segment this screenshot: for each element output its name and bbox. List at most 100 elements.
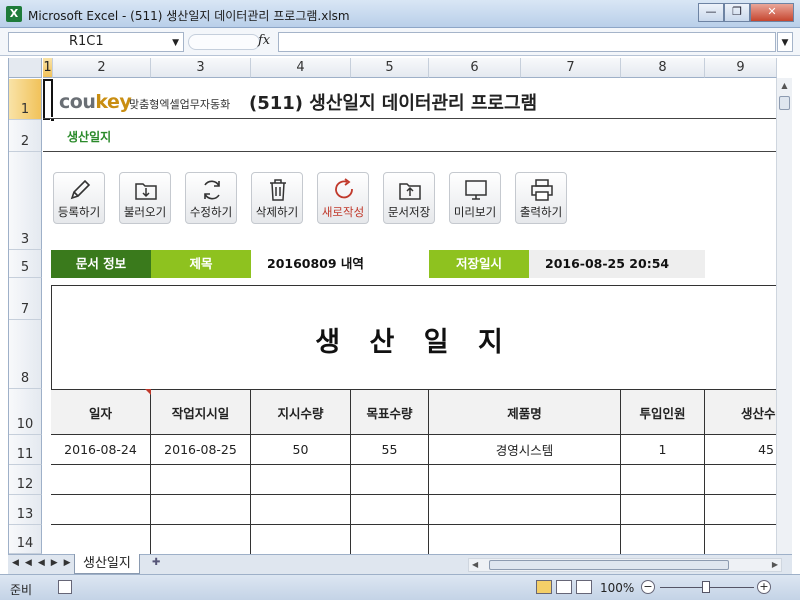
status-bar: 준비 100% − + — [0, 574, 800, 600]
row-header[interactable]: 10 — [9, 389, 42, 435]
page-break-view-icon[interactable] — [576, 580, 592, 594]
title-value[interactable]: 20160809 내역 — [251, 250, 429, 278]
table-cell[interactable] — [151, 525, 251, 554]
program-title: (511) 생산일지 데이터관리 프로그램 — [249, 93, 538, 114]
function-icon[interactable]: fx — [258, 33, 270, 48]
table-cell[interactable] — [251, 525, 351, 554]
table-cell[interactable]: 1 — [621, 435, 705, 465]
table-cell[interactable] — [51, 495, 151, 525]
macro-record-icon[interactable] — [58, 580, 72, 594]
row-header[interactable]: 3 — [9, 152, 42, 250]
row-header[interactable]: 5 — [9, 250, 42, 278]
sheet-subtitle: 생산일지 — [67, 130, 112, 144]
saved-at-value[interactable]: 2016-08-25 20:54 — [529, 250, 705, 278]
zoom-level[interactable]: 100% — [600, 581, 634, 595]
table-cell[interactable] — [251, 495, 351, 525]
preview-button[interactable]: 미리보기 — [449, 172, 501, 224]
row-header[interactable]: 11 — [9, 435, 42, 465]
expand-formula-bar-button[interactable]: ▼ — [777, 32, 793, 52]
table-cell[interactable] — [705, 465, 777, 495]
table-cell[interactable] — [151, 495, 251, 525]
table-cell[interactable] — [351, 495, 429, 525]
save-document-button[interactable]: 문서저장 — [383, 172, 435, 224]
column-header[interactable]: 1 — [43, 58, 53, 78]
load-button[interactable]: 불러오기 — [119, 172, 171, 224]
sheet-tab-bar: ◀◀◀▶▶▶ 생산일지 ✚ ◀ ▶ — [8, 554, 792, 574]
restore-button[interactable]: ❐ — [724, 3, 750, 22]
insert-sheet-icon[interactable]: ✚ — [152, 557, 172, 572]
table-header-date: 일자 — [51, 389, 151, 435]
column-header[interactable]: 9 — [705, 58, 777, 78]
table-cell[interactable] — [151, 465, 251, 495]
table-cell[interactable] — [429, 525, 621, 554]
column-header[interactable]: 7 — [521, 58, 621, 78]
vertical-scrollbar[interactable]: ▲ — [776, 78, 792, 554]
scroll-thumb[interactable] — [489, 560, 729, 570]
row-header[interactable]: 7 — [9, 278, 42, 320]
window-controls: — ❐ ✕ — [698, 3, 794, 22]
logo-tagline: 맞춤형엑셀업무자동화 — [129, 98, 231, 111]
table-cell[interactable] — [621, 495, 705, 525]
status-ready: 준비 — [10, 583, 33, 597]
table-cell[interactable] — [705, 495, 777, 525]
table-cell[interactable] — [429, 465, 621, 495]
form-title: 생 산 일 지 — [315, 327, 513, 358]
row-header[interactable]: 13 — [9, 495, 42, 525]
close-button[interactable]: ✕ — [750, 3, 794, 22]
horizontal-scrollbar[interactable]: ◀ ▶ — [468, 558, 782, 572]
normal-view-icon[interactable] — [536, 580, 552, 594]
table-cell[interactable]: 경영시스템 — [429, 435, 621, 465]
doc-info-label: 문서 정보 — [51, 250, 151, 278]
new-document-button[interactable]: 새로작성 — [317, 172, 369, 224]
row-header[interactable]: 14 — [9, 525, 42, 554]
folder-download-icon — [135, 183, 157, 200]
table-header-target-qty: 목표수량 — [351, 389, 429, 435]
column-header[interactable]: 5 — [351, 58, 429, 78]
column-header[interactable]: 6 — [429, 58, 521, 78]
divider — [43, 151, 777, 152]
table-cell[interactable]: 2016-08-24 — [51, 435, 151, 465]
table-cell[interactable] — [351, 465, 429, 495]
column-header[interactable]: 3 — [151, 58, 251, 78]
row-header[interactable]: 1 — [9, 79, 42, 120]
sheet-tab[interactable]: 생산일지 — [74, 554, 140, 574]
print-button[interactable]: 출력하기 — [515, 172, 567, 224]
table-cell[interactable]: 45 — [705, 435, 777, 465]
name-box[interactable]: R1C1 ▼ — [8, 32, 184, 52]
formula-input[interactable] — [278, 32, 776, 52]
table-cell[interactable] — [251, 465, 351, 495]
register-button[interactable]: 등록하기 — [53, 172, 105, 224]
table-cell[interactable] — [621, 525, 705, 554]
row-header[interactable]: 12 — [9, 465, 42, 495]
zoom-out-icon[interactable]: − — [641, 580, 655, 594]
row-header[interactable]: 8 — [9, 320, 42, 389]
table-cell[interactable] — [51, 525, 151, 554]
table-cell[interactable] — [51, 465, 151, 495]
chevron-down-icon[interactable]: ▼ — [172, 34, 179, 52]
table-cell[interactable]: 50 — [251, 435, 351, 465]
column-header[interactable]: 2 — [53, 58, 151, 78]
scroll-right-icon[interactable]: ▶ — [772, 559, 778, 571]
delete-button[interactable]: 삭제하기 — [251, 172, 303, 224]
row-header[interactable]: 2 — [9, 120, 42, 152]
table-cell[interactable] — [429, 495, 621, 525]
edit-button[interactable]: 수정하기 — [185, 172, 237, 224]
active-cell-selection[interactable] — [43, 79, 55, 122]
page-layout-view-icon[interactable] — [556, 580, 572, 594]
column-header[interactable]: 8 — [621, 58, 705, 78]
table-cell[interactable] — [705, 525, 777, 554]
table-cell[interactable] — [351, 525, 429, 554]
scroll-left-icon[interactable]: ◀ — [472, 559, 478, 571]
zoom-slider-thumb[interactable] — [702, 581, 710, 593]
scroll-up-icon[interactable]: ▲ — [777, 78, 792, 94]
worksheet-grid[interactable]: 1 2 3 4 5 6 7 8 9 1 2 3 5 7 8 10 11 12 1… — [8, 58, 792, 554]
zoom-in-icon[interactable]: + — [757, 580, 771, 594]
column-header[interactable]: 4 — [251, 58, 351, 78]
name-box-value: R1C1 — [69, 34, 104, 49]
minimize-button[interactable]: — — [698, 3, 724, 22]
table-cell[interactable] — [621, 465, 705, 495]
scroll-thumb[interactable] — [779, 96, 790, 110]
select-all-corner[interactable] — [9, 58, 42, 78]
table-cell[interactable]: 2016-08-25 — [151, 435, 251, 465]
table-cell[interactable]: 55 — [351, 435, 429, 465]
